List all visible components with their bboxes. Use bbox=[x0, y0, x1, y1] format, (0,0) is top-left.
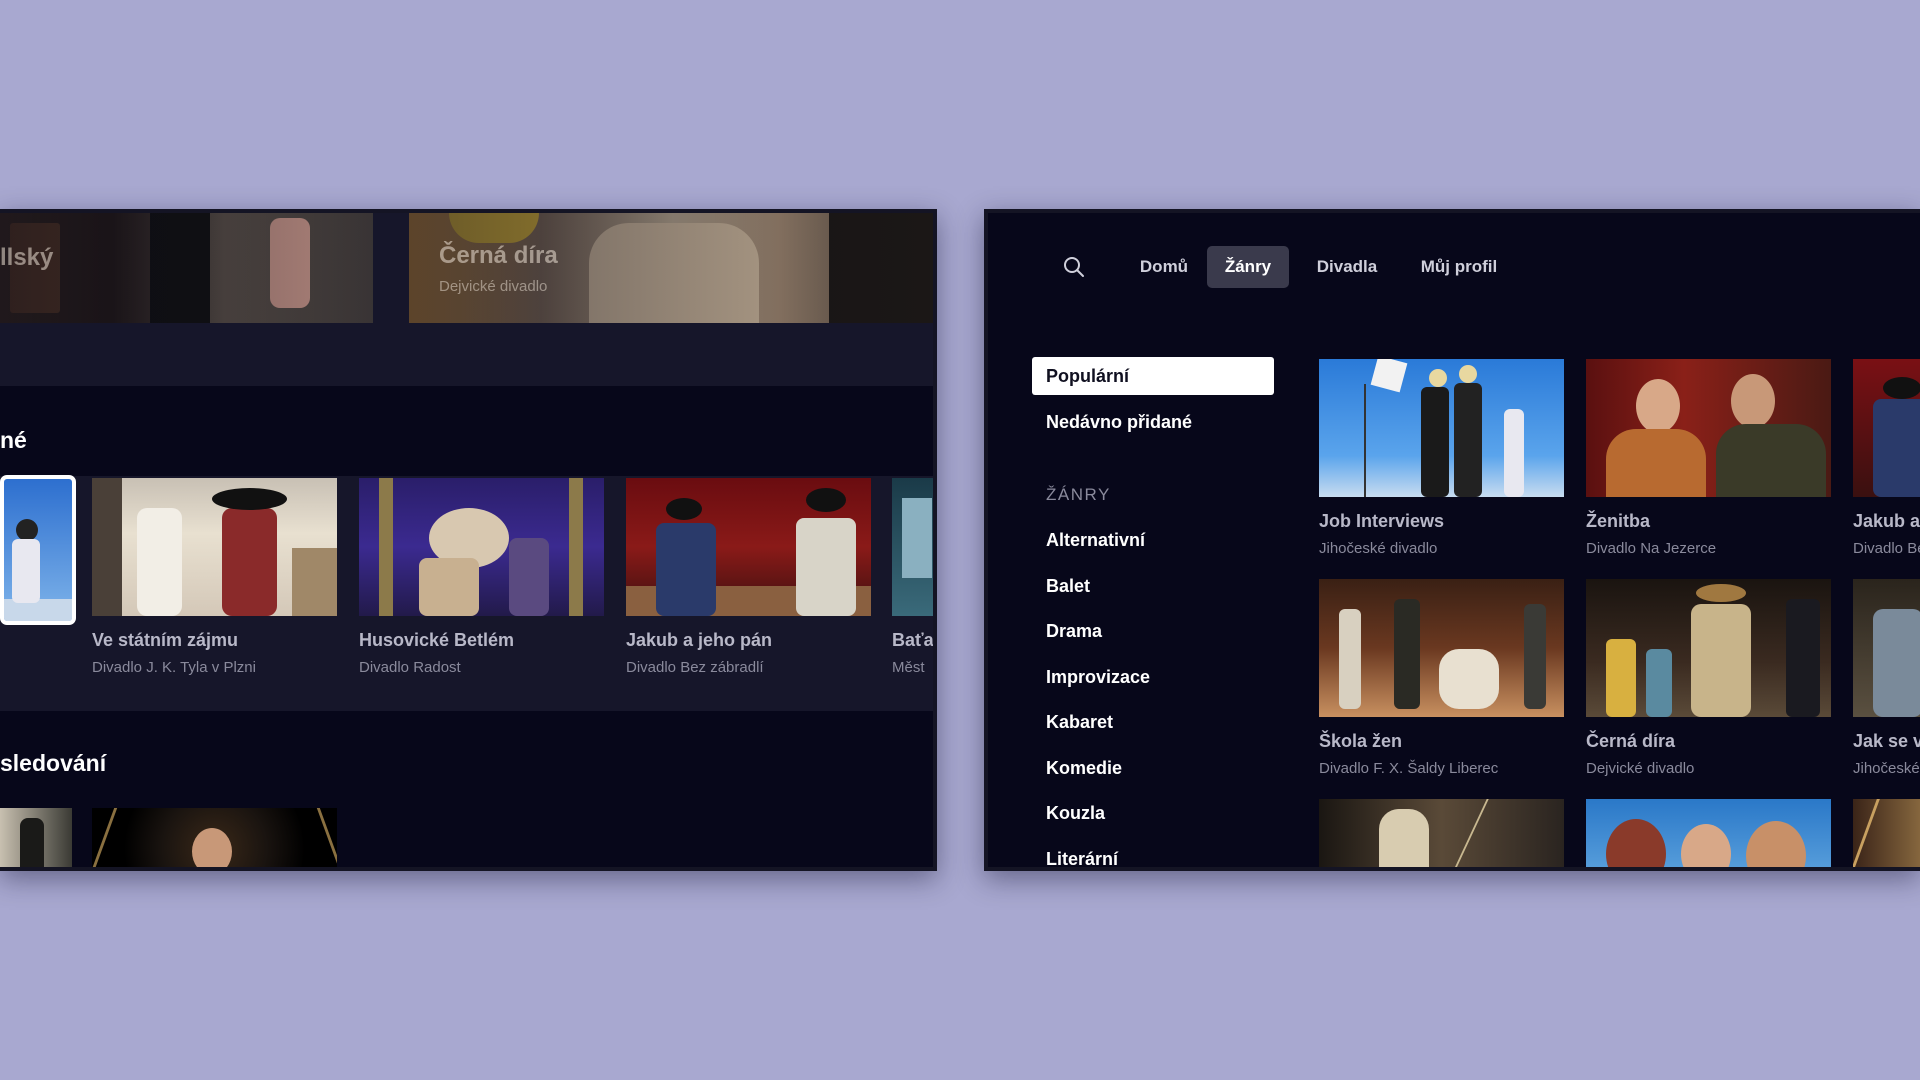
card-title: Husovické Betlém bbox=[359, 630, 515, 650]
card-title: Ve státním zájmu bbox=[92, 630, 239, 650]
card-title: Škola žen bbox=[1319, 731, 1403, 751]
card-title: Job Interviews bbox=[1319, 511, 1445, 531]
card-subtitle: Měst bbox=[892, 659, 925, 676]
hero-tile-2[interactable]: Černá díra Dejvické divadlo bbox=[409, 213, 933, 323]
hero-title: llský bbox=[0, 244, 54, 271]
card-thumbnail bbox=[359, 478, 604, 616]
card-title: Ženitba bbox=[1586, 511, 1651, 531]
card-jakub-a-jeho-pan[interactable]: Jakub a jeho pán Divadlo Bez zábradlí bbox=[626, 478, 871, 678]
sidebar-item-recent[interactable]: Nedávno přidané bbox=[1032, 403, 1274, 441]
card-title: Jak se v bbox=[1853, 731, 1920, 751]
card-husovicke-betlem[interactable]: Husovické Betlém Divadlo Radost bbox=[359, 478, 604, 678]
grid-card-job-interviews[interactable]: Job Interviews Jihočeské divadlo bbox=[1319, 359, 1564, 559]
card-title: Baťa bbox=[892, 630, 934, 650]
card-thumbnail bbox=[0, 475, 76, 625]
card-subtitle: Divadlo J. K. Tyla v Plzni bbox=[92, 659, 256, 676]
nav-muj-profil[interactable]: Můj profil bbox=[1400, 246, 1518, 288]
sidebar-item-alternativni[interactable]: Alternativní bbox=[1032, 521, 1274, 559]
card-subtitle: Divadlo Bez zábradlí bbox=[626, 659, 764, 676]
hero-title: Černá díra bbox=[439, 242, 558, 269]
card-thumbnail bbox=[1586, 579, 1831, 717]
card-subtitle: Divadlo F. X. Šaldy Liberec bbox=[1319, 760, 1499, 777]
sidebar-item-balet[interactable]: Balet bbox=[1032, 567, 1274, 605]
card-thumbnail bbox=[1853, 359, 1920, 497]
sidebar-item-improvizace[interactable]: Improvizace bbox=[1032, 658, 1274, 696]
card-subtitle: Jihočeské bbox=[1853, 760, 1920, 777]
card-bata[interactable]: Baťa Měst bbox=[892, 478, 934, 678]
card-thumbnail bbox=[1586, 359, 1831, 497]
left-tv-screen: llský Černá díra Dejvické divadlo né Ve … bbox=[0, 209, 937, 871]
nav-zanry[interactable]: Žánry bbox=[1207, 246, 1289, 288]
grid-card-skola-zen[interactable]: Škola žen Divadlo F. X. Šaldy Liberec bbox=[1319, 579, 1564, 779]
grid-thumbnail[interactable] bbox=[1853, 799, 1920, 867]
hero-subtitle: Dejvické divadlo bbox=[439, 278, 548, 295]
section-title: sledování bbox=[0, 750, 107, 776]
section-title: né bbox=[0, 427, 27, 453]
sidebar-item-literarni[interactable]: Literární bbox=[1032, 840, 1274, 867]
sidebar-item-kabaret[interactable]: Kabaret bbox=[1032, 703, 1274, 741]
nav-divadla[interactable]: Divadla bbox=[1298, 246, 1396, 288]
grid-thumbnail[interactable] bbox=[1319, 799, 1564, 867]
card-subtitle: Divadlo Radost bbox=[359, 659, 461, 676]
card-ve-statnim-zajmu[interactable]: Ve státním zájmu Divadlo J. K. Tyla v Pl… bbox=[92, 478, 337, 678]
card-subtitle: Divadlo Be bbox=[1853, 540, 1920, 557]
search-icon bbox=[1064, 257, 1084, 277]
card-subtitle: Divadlo Na Jezerce bbox=[1586, 540, 1717, 557]
focused-card[interactable] bbox=[0, 475, 76, 625]
card-thumbnail bbox=[626, 478, 871, 616]
grid-card-jak-se-v[interactable]: Jak se v Jihočeské bbox=[1853, 579, 1920, 779]
top-navigation: Domů Žánry Divadla Můj profil bbox=[988, 213, 1920, 323]
card-title: Černá díra bbox=[1586, 731, 1676, 751]
hero-tile-1[interactable]: llský bbox=[0, 213, 373, 323]
card-thumbnail bbox=[892, 478, 933, 616]
card-thumbnail bbox=[92, 478, 337, 616]
right-tv-screen: Domů Žánry Divadla Můj profil Populární … bbox=[984, 209, 1920, 871]
history-thumbnail[interactable] bbox=[92, 808, 337, 867]
grid-card-zenitba[interactable]: Ženitba Divadlo Na Jezerce bbox=[1586, 359, 1831, 559]
sidebar-item-kouzla[interactable]: Kouzla bbox=[1032, 794, 1274, 832]
sidebar-item-drama[interactable]: Drama bbox=[1032, 612, 1274, 650]
card-subtitle: Jihočeské divadlo bbox=[1319, 540, 1438, 557]
sidebar-item-popular[interactable]: Populární bbox=[1032, 357, 1274, 395]
card-title: Jakub a jeho pán bbox=[626, 630, 773, 650]
card-subtitle: Dejvické divadlo bbox=[1586, 760, 1695, 777]
grid-card-cerna-dira[interactable]: Černá díra Dejvické divadlo bbox=[1586, 579, 1831, 779]
sidebar-heading-genres: ŽÁNRY bbox=[1046, 485, 1111, 504]
sidebar-item-komedie[interactable]: Komedie bbox=[1032, 749, 1274, 787]
search-button[interactable] bbox=[1060, 253, 1088, 281]
history-thumbnail[interactable] bbox=[0, 808, 72, 867]
card-title: Jakub a bbox=[1853, 511, 1920, 531]
card-thumbnail bbox=[1853, 579, 1920, 717]
card-thumbnail bbox=[1319, 359, 1564, 497]
nav-domu[interactable]: Domů bbox=[1119, 246, 1209, 288]
grid-card-jakub-a[interactable]: Jakub a Divadlo Be bbox=[1853, 359, 1920, 559]
card-thumbnail bbox=[1319, 579, 1564, 717]
grid-thumbnail[interactable] bbox=[1586, 799, 1831, 867]
